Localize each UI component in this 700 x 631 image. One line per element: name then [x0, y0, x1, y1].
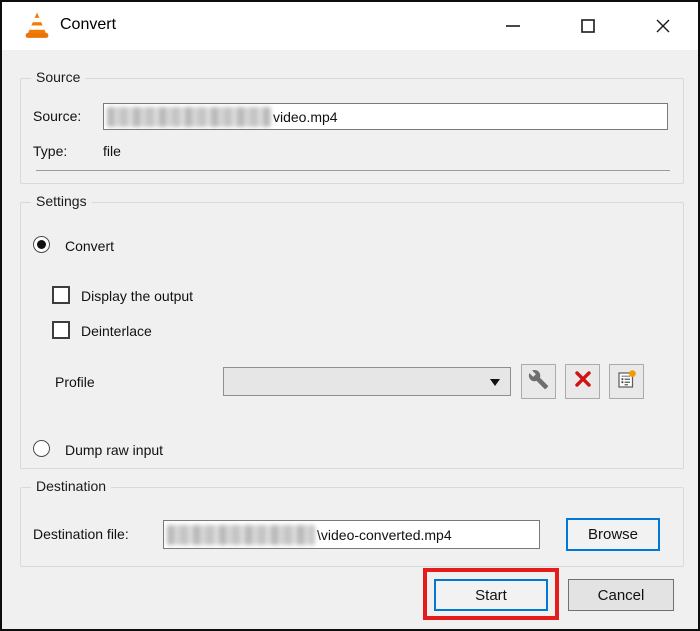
profile-label: Profile: [55, 374, 95, 390]
minimize-button[interactable]: [498, 12, 528, 40]
destination-input-visible-value: \video-converted.mp4: [317, 527, 452, 543]
red-x-icon: [574, 370, 592, 393]
dump-raw-input-radio[interactable]: [33, 440, 50, 457]
source-group-label: Source: [31, 69, 85, 85]
type-label: Type:: [33, 143, 67, 159]
source-separator: [36, 170, 670, 171]
close-button[interactable]: [648, 12, 678, 40]
convert-radio[interactable]: [33, 236, 50, 253]
source-group: Source Source: video.mp4 Type: file: [20, 78, 684, 184]
cancel-button[interactable]: Cancel: [568, 579, 674, 611]
dump-raw-input-label[interactable]: Dump raw input: [65, 442, 163, 458]
redacted-destination-path: [167, 525, 315, 545]
deinterlace-checkbox[interactable]: [52, 321, 70, 339]
display-output-label[interactable]: Display the output: [81, 288, 193, 304]
source-field-label: Source:: [33, 108, 81, 124]
titlebar: Convert: [2, 2, 698, 50]
source-input[interactable]: video.mp4: [103, 103, 668, 130]
destination-file-label: Destination file:: [33, 526, 129, 542]
browse-button-label: Browse: [588, 526, 638, 543]
delete-profile-button[interactable]: [565, 364, 600, 399]
redacted-source-path: [107, 107, 271, 127]
settings-group-label: Settings: [31, 193, 92, 209]
profile-dropdown[interactable]: [223, 367, 511, 396]
window-title: Convert: [60, 16, 116, 34]
edit-profile-button[interactable]: [521, 364, 556, 399]
maximize-button[interactable]: [573, 12, 603, 40]
type-value: file: [103, 143, 121, 159]
destination-group-label: Destination: [31, 478, 111, 494]
new-profile-button[interactable]: [609, 364, 644, 399]
convert-radio-label[interactable]: Convert: [65, 238, 114, 254]
browse-button[interactable]: Browse: [566, 518, 660, 551]
settings-group: Settings Convert Display the output Dein…: [20, 202, 684, 469]
display-output-checkbox[interactable]: [52, 286, 70, 304]
profile-list-icon: [616, 369, 637, 395]
start-button[interactable]: Start: [434, 579, 548, 611]
chevron-down-icon: [490, 379, 500, 386]
wrench-icon: [528, 369, 549, 395]
deinterlace-label[interactable]: Deinterlace: [81, 323, 152, 339]
destination-group: Destination Destination file: \video-con…: [20, 487, 684, 567]
convert-dialog: Convert Source Source: video.mp4 Type: f…: [0, 0, 700, 631]
vlc-cone-icon: [24, 12, 50, 40]
source-input-visible-value: video.mp4: [273, 109, 338, 125]
destination-input[interactable]: \video-converted.mp4: [163, 520, 540, 549]
